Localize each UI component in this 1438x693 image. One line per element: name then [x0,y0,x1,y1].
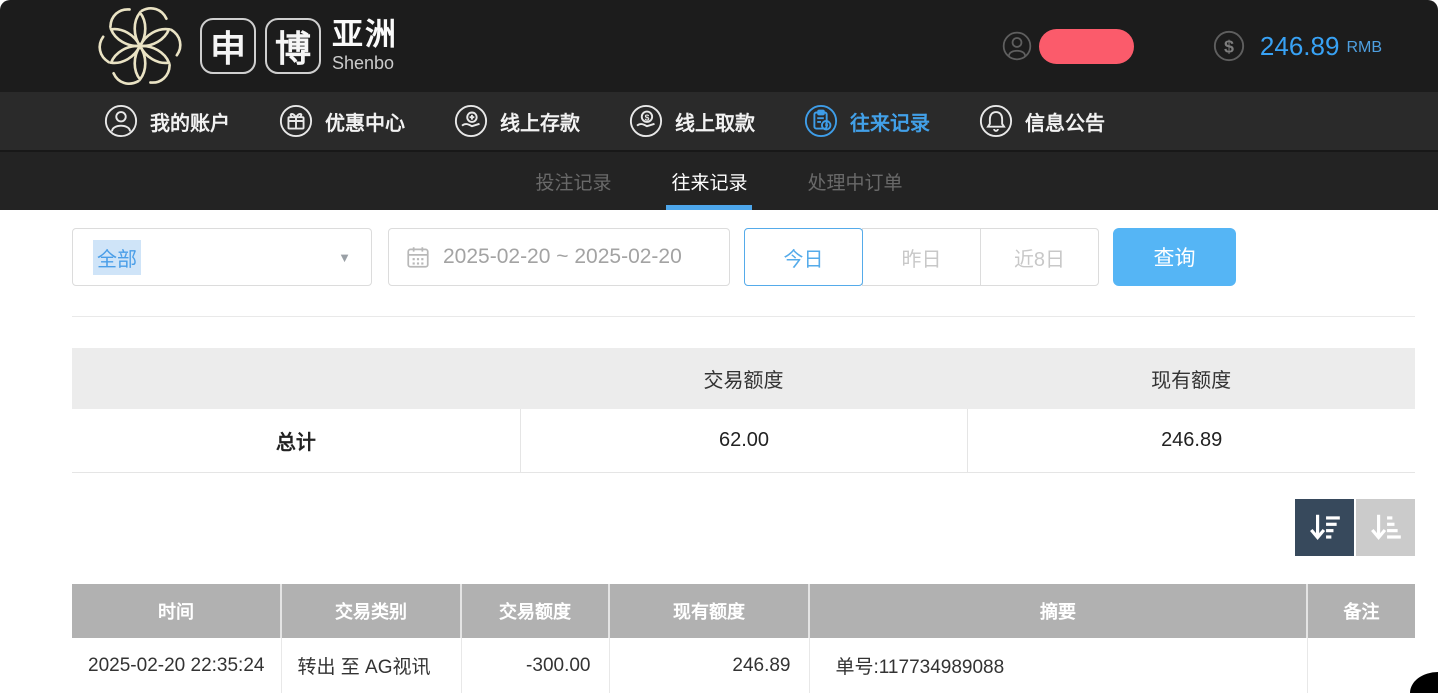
withdraw-icon: $ [629,104,663,138]
nav-item-online-withdrawal[interactable]: $ 线上取款 [629,104,755,138]
nav-label: 信息公告 [1025,107,1105,136]
sort-controls [72,499,1415,556]
page: 申 博 亚洲 Shenbo $ 246.89 RMB [0,0,1438,693]
table-row: 2025-02-20 22:35:24 转出 至 AG视讯 -300.00 24… [72,638,1415,693]
sort-descending-button[interactable] [1295,499,1354,556]
nav-label: 往来记录 [850,107,930,136]
flower-logo-icon [96,2,184,90]
nav-label: 线上存款 [500,107,580,136]
topbar: 申 博 亚洲 Shenbo $ 246.89 RMB [0,0,1438,92]
nav-label: 优惠中心 [325,107,405,136]
sort-ascending-button[interactable] [1356,499,1415,556]
balance-group: $ 246.89 RMB [1212,29,1382,63]
svg-text:$: $ [1224,37,1234,57]
logo-en-text: Shenbo [332,54,398,73]
records-icon [804,104,838,138]
nav-label: 线上取款 [675,107,755,136]
logo-char-box: 申 [200,18,256,74]
records-header-row: 时间 交易类别 交易额度 现有额度 摘要 备注 [72,584,1415,638]
tab-processing-orders[interactable]: 处理中订单 [778,152,933,210]
deposit-icon [454,104,488,138]
svg-text:$: $ [645,113,650,123]
balance-amount: 246.89 [1260,31,1340,62]
record-type: 转出 至 AG视讯 [281,638,461,693]
search-button[interactable]: 查询 [1113,228,1236,286]
summary-current-balance-value: 246.89 [967,409,1415,472]
date-range-value: 2025-02-20 ~ 2025-02-20 [443,245,682,269]
logo-region-text: 亚洲 [332,19,398,52]
record-remark [1307,638,1415,693]
summary-table: 交易额度 现有额度 总计 62.00 246.89 [72,348,1415,473]
filter-row: 全部 ▼ 2025-02-20 ~ 2025-02-20 今日 [72,228,1415,286]
tab-betting-records[interactable]: 投注记录 [505,152,641,210]
avatar-icon [1001,30,1033,62]
dollar-coin-icon: $ [1212,29,1246,63]
logo-char-box: 博 [265,18,321,74]
section-divider [72,316,1415,317]
nav-item-promotions[interactable]: 优惠中心 [279,104,405,138]
tab-transaction-records[interactable]: 往来记录 [641,152,777,210]
summary-total-label: 总计 [72,409,520,472]
record-summary: 单号:117734989088 [809,638,1307,693]
sort-descending-icon [1307,510,1343,546]
main-content: 全部 ▼ 2025-02-20 ~ 2025-02-20 今日 [0,210,1438,693]
gift-icon [279,104,313,138]
user-icon [104,104,138,138]
nav-item-my-account[interactable]: 我的账户 [104,104,230,138]
record-amount: -300.00 [461,638,609,693]
records-header-amount: 交易额度 [461,584,609,638]
brand-logo[interactable]: 申 博 亚洲 Shenbo [96,2,398,90]
records-header-remark: 备注 [1307,584,1415,638]
summary-transaction-amount-value: 62.00 [520,409,968,472]
username-pill[interactable] [1039,29,1134,64]
transaction-type-select[interactable]: 全部 ▼ [72,228,372,286]
summary-header-transaction-amount: 交易额度 [520,364,968,393]
chevron-down-icon: ▼ [338,250,351,265]
records-header-type: 交易类别 [281,584,461,638]
record-balance: 246.89 [609,638,809,693]
quick-range-group: 今日 昨日 近8日 [744,228,1099,286]
nav-label: 我的账户 [150,107,230,136]
nav-item-online-deposit[interactable]: 线上存款 [454,104,580,138]
range-last8days-button[interactable]: 近8日 [980,228,1099,286]
selected-type-value: 全部 [93,240,141,275]
records-header-time: 时间 [72,584,281,638]
records-table: 时间 交易类别 交易额度 现有额度 摘要 备注 2025-02-20 22:35… [72,584,1415,693]
summary-header-current-balance: 现有额度 [967,364,1415,393]
summary-table-header: 交易额度 现有额度 [72,348,1415,409]
main-nav: 我的账户 优惠中心 线上存款 [0,92,1438,152]
range-yesterday-button[interactable]: 昨日 [862,228,981,286]
summary-total-row: 总计 62.00 246.89 [72,409,1415,473]
range-today-button[interactable]: 今日 [744,228,863,286]
nav-item-transaction-records[interactable]: 往来记录 [804,104,930,138]
records-header-summary: 摘要 [809,584,1307,638]
records-header-balance: 现有额度 [609,584,809,638]
nav-item-announcements[interactable]: 信息公告 [979,104,1105,138]
calendar-icon [405,244,431,270]
sort-ascending-icon [1368,510,1404,546]
topbar-account-area: $ 246.89 RMB [1001,29,1438,64]
record-tabs: 投注记录 往来记录 处理中订单 [0,152,1438,210]
balance-currency: RMB [1346,39,1382,57]
bell-icon [979,104,1013,138]
record-time: 2025-02-20 22:35:24 [72,638,281,693]
date-range-input[interactable]: 2025-02-20 ~ 2025-02-20 [388,228,730,286]
